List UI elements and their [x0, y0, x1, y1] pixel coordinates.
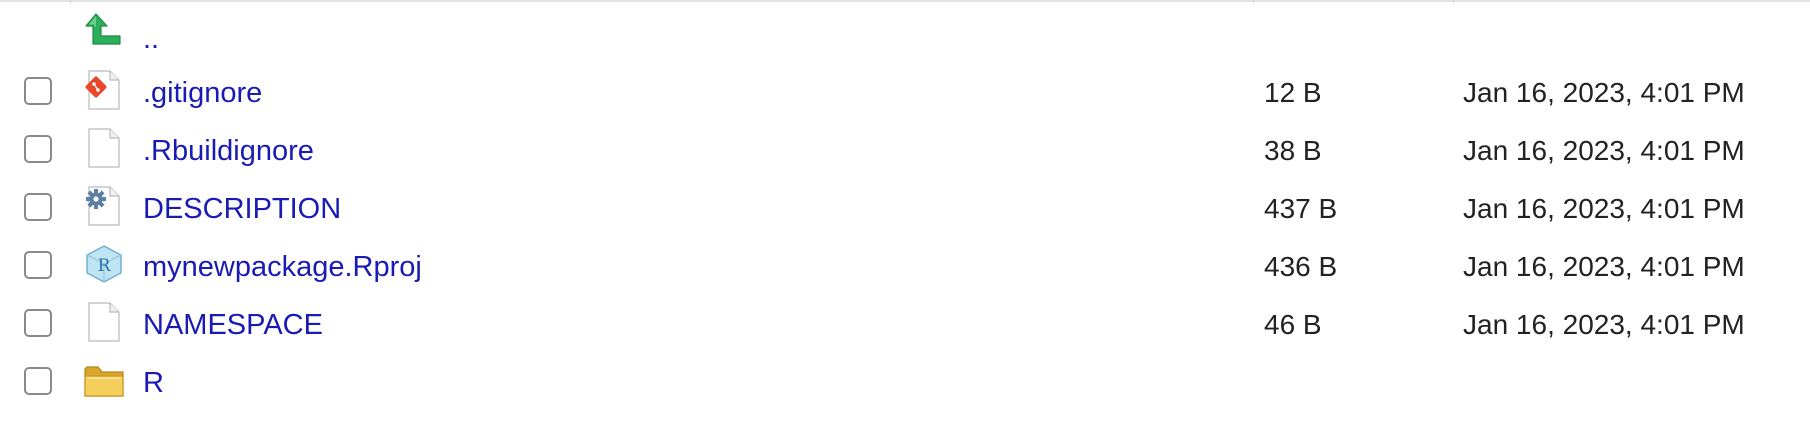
file-size: 38 B [1264, 135, 1322, 166]
header-divider [0, 0, 1810, 2]
file-modified: Jan 16, 2023, 4:01 PM [1463, 135, 1745, 166]
row-checkbox[interactable] [24, 251, 52, 279]
file-row: R mynewpackage.Rproj 436 B Jan 16, 2023,… [0, 236, 1810, 294]
parent-directory-link[interactable]: .. [143, 22, 159, 56]
file-modified: Jan 16, 2023, 4:01 PM [1463, 77, 1745, 108]
folder-name-link[interactable]: R [143, 366, 164, 400]
file-name-link[interactable]: .gitignore [143, 76, 262, 110]
folder-row: R [0, 352, 1810, 410]
folder-icon [84, 360, 124, 400]
git-file-icon [84, 70, 124, 110]
file-row: DESCRIPTION 437 B Jan 16, 2023, 4:01 PM [0, 178, 1810, 236]
file-name-link[interactable]: .Rbuildignore [143, 134, 314, 168]
file-name-link[interactable]: NAMESPACE [143, 308, 323, 342]
file-size: 12 B [1264, 77, 1322, 108]
file-modified: Jan 16, 2023, 4:01 PM [1463, 309, 1745, 340]
file-modified: Jan 16, 2023, 4:01 PM [1463, 193, 1745, 224]
file-browser: .. .gitignore 12 B Jan 16, 2023, 4:01 PM [0, 0, 1810, 440]
file-row: .gitignore 12 B Jan 16, 2023, 4:01 PM [0, 62, 1810, 120]
blank-file-icon [84, 128, 124, 168]
file-row: .Rbuildignore 38 B Jan 16, 2023, 4:01 PM [0, 120, 1810, 178]
file-size: 437 B [1264, 193, 1338, 224]
row-checkbox[interactable] [24, 77, 52, 105]
file-size: 436 B [1264, 251, 1338, 282]
file-size: 46 B [1264, 309, 1322, 340]
file-modified: Jan 16, 2023, 4:01 PM [1463, 251, 1745, 282]
up-arrow-icon[interactable] [84, 10, 124, 50]
svg-text:R: R [98, 256, 112, 276]
config-file-icon [84, 186, 124, 226]
file-name-link[interactable]: DESCRIPTION [143, 192, 341, 226]
file-name-link[interactable]: mynewpackage.Rproj [143, 250, 422, 284]
rproject-icon: R [84, 244, 124, 284]
row-checkbox[interactable] [24, 193, 52, 221]
blank-file-icon [84, 302, 124, 342]
parent-directory-row[interactable]: .. [0, 4, 1810, 62]
row-checkbox[interactable] [24, 309, 52, 337]
row-checkbox[interactable] [24, 367, 52, 395]
file-row: NAMESPACE 46 B Jan 16, 2023, 4:01 PM [0, 294, 1810, 352]
row-checkbox[interactable] [24, 135, 52, 163]
